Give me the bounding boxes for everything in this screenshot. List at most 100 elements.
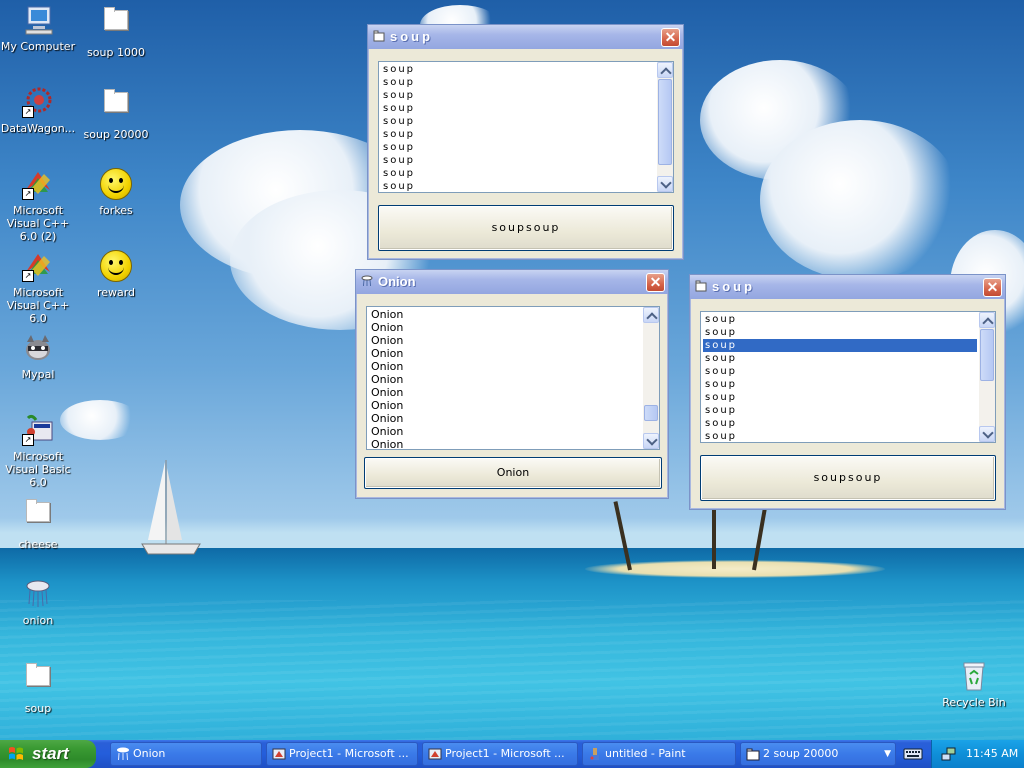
scroll-down-button[interactable]: [643, 433, 659, 449]
desktop-icon-forkes[interactable]: forkes: [78, 168, 154, 217]
list-item[interactable]: Onion: [369, 373, 403, 386]
desktop-icon-visual-cpp-2[interactable]: ↗ Microsoft Visual C++ 6.0 (2): [0, 168, 76, 243]
keyboard-icon[interactable]: [902, 744, 924, 764]
list-item[interactable]: soup: [381, 115, 415, 128]
vertical-scrollbar[interactable]: [657, 62, 673, 192]
window-titlebar[interactable]: soup ✕: [690, 275, 1005, 299]
desktop-icon-soup-20000[interactable]: soup 20000: [78, 86, 154, 141]
raccoon-icon: [22, 332, 54, 364]
desktop-icon-label: Mypal: [21, 368, 55, 381]
desktop-icon-my-computer[interactable]: My Computer: [0, 4, 76, 53]
list-item[interactable]: soup: [381, 63, 415, 76]
network-icon[interactable]: [940, 746, 956, 762]
list-item[interactable]: soup: [381, 167, 415, 180]
window-soup-right[interactable]: soup ✕ soup soup soup soup soup soup sou…: [689, 274, 1006, 510]
window-soup-top[interactable]: soup ✕ soup soup soup soup soup soup sou…: [367, 24, 684, 260]
desktop-icon-label: soup 20000: [83, 128, 149, 141]
onion-button[interactable]: Onion: [364, 457, 662, 489]
list-item[interactable]: soup: [381, 76, 415, 89]
taskbar-button-onion[interactable]: Onion: [110, 742, 262, 766]
list-item[interactable]: soup: [703, 378, 737, 391]
list-item[interactable]: Onion: [369, 347, 403, 360]
document-icon: [100, 89, 132, 124]
soup-listbox[interactable]: soup soup soup soup soup soup soup soup …: [378, 61, 674, 193]
taskbar-group-soup-20000[interactable]: 2 soup 20000 ▼: [740, 742, 896, 766]
desktop-icon-visual-cpp[interactable]: ↗ Microsoft Visual C++ 6.0: [0, 250, 76, 325]
document-icon: [100, 7, 132, 42]
soupsoup-button[interactable]: soupsoup: [378, 205, 674, 251]
list-item[interactable]: soup: [381, 102, 415, 115]
desktop-icon-label: Microsoft Visual Basic 6.0: [5, 450, 71, 489]
desktop-icon-onion[interactable]: onion: [0, 578, 76, 627]
desktop-icon-recycle-bin[interactable]: Recycle Bin: [936, 660, 1012, 709]
list-item[interactable]: soup: [381, 128, 415, 141]
list-item[interactable]: soup: [703, 352, 737, 365]
list-item[interactable]: soup: [703, 404, 737, 417]
close-button[interactable]: ✕: [646, 273, 665, 292]
scroll-thumb[interactable]: [658, 79, 672, 165]
soupsoup-button[interactable]: soupsoup: [700, 455, 996, 501]
shortcut-arrow-icon: ↗: [22, 434, 34, 446]
visual-basic-icon: ↗: [22, 414, 54, 446]
taskbar-button-project1-a[interactable]: Project1 - Microsoft ...: [266, 742, 418, 766]
list-item[interactable]: soup: [381, 141, 415, 154]
list-item[interactable]: soup: [703, 430, 737, 442]
visual-studio-icon: [272, 748, 286, 760]
list-item[interactable]: soup: [703, 365, 737, 378]
onion-listbox[interactable]: Onion Onion Onion Onion Onion Onion Onio…: [366, 306, 660, 450]
list-item[interactable]: Onion: [369, 399, 403, 412]
scroll-thumb[interactable]: [980, 329, 994, 381]
desktop-icon-soup-1000[interactable]: soup 1000: [78, 4, 154, 59]
taskbar-button-project1-b[interactable]: Project1 - Microsoft ...: [422, 742, 578, 766]
list-item[interactable]: soup: [381, 154, 415, 167]
soup-listbox[interactable]: soup soup soup soup soup soup soup soup …: [700, 311, 996, 443]
list-item[interactable]: Onion: [369, 308, 403, 321]
scroll-thumb[interactable]: [644, 405, 658, 421]
paint-icon: [590, 748, 599, 760]
vertical-scrollbar[interactable]: [643, 307, 659, 449]
scroll-up-button[interactable]: [657, 62, 673, 78]
close-button[interactable]: ✕: [983, 278, 1002, 297]
list-item[interactable]: Onion: [369, 438, 403, 449]
list-item[interactable]: soup: [703, 417, 737, 430]
sea-shine: [0, 600, 1024, 740]
desktop-icon-soup[interactable]: soup: [0, 660, 76, 715]
list-item[interactable]: Onion: [369, 425, 403, 438]
list-item[interactable]: soup: [381, 180, 415, 192]
taskbar: start Onion Project1 - Microsoft ... Pro…: [0, 740, 1024, 768]
list-item[interactable]: soup: [381, 89, 415, 102]
window-titlebar[interactable]: Onion ✕: [356, 270, 668, 294]
scroll-down-button[interactable]: [657, 176, 673, 192]
window-title: Onion: [378, 274, 416, 289]
list-item[interactable]: Onion: [369, 412, 403, 425]
desktop-icon-visual-basic[interactable]: ↗ Microsoft Visual Basic 6.0: [0, 414, 76, 489]
document-icon: [22, 499, 54, 534]
list-item[interactable]: Onion: [369, 334, 403, 347]
close-button[interactable]: ✕: [661, 28, 680, 47]
desktop-icon-label: soup 1000: [87, 46, 145, 59]
list-item[interactable]: soup: [703, 313, 737, 326]
scroll-up-button[interactable]: [643, 307, 659, 323]
list-item[interactable]: Onion: [369, 321, 403, 334]
list-item-selected[interactable]: soup: [703, 339, 977, 352]
desktop-icon-datawagon[interactable]: ↗ DataWagon...: [0, 86, 76, 135]
desktop-icon-reward[interactable]: reward: [78, 250, 154, 299]
desktop-icon-mypal[interactable]: Mypal: [0, 332, 76, 381]
list-item[interactable]: Onion: [369, 360, 403, 373]
list-item[interactable]: soup: [703, 391, 737, 404]
start-label: start: [32, 744, 69, 763]
vertical-scrollbar[interactable]: [979, 312, 995, 442]
start-button[interactable]: start: [0, 740, 96, 768]
scroll-up-button[interactable]: [979, 312, 995, 328]
scroll-down-button[interactable]: [979, 426, 995, 442]
list-item[interactable]: soup: [703, 326, 737, 339]
window-titlebar[interactable]: soup ✕: [368, 25, 683, 49]
desktop-icon-cheese[interactable]: cheese: [0, 496, 76, 551]
datawagon-icon: ↗: [22, 86, 54, 118]
clock[interactable]: 11:45 AM: [966, 747, 1018, 760]
window-onion[interactable]: Onion ✕ Onion Onion Onion Onion Onion On…: [355, 269, 669, 499]
taskbar-button-label: Project1 - Microsoft ...: [289, 747, 409, 760]
chevron-down-icon: ▼: [884, 749, 891, 759]
list-item[interactable]: Onion: [369, 386, 403, 399]
taskbar-button-paint[interactable]: untitled - Paint: [582, 742, 736, 766]
